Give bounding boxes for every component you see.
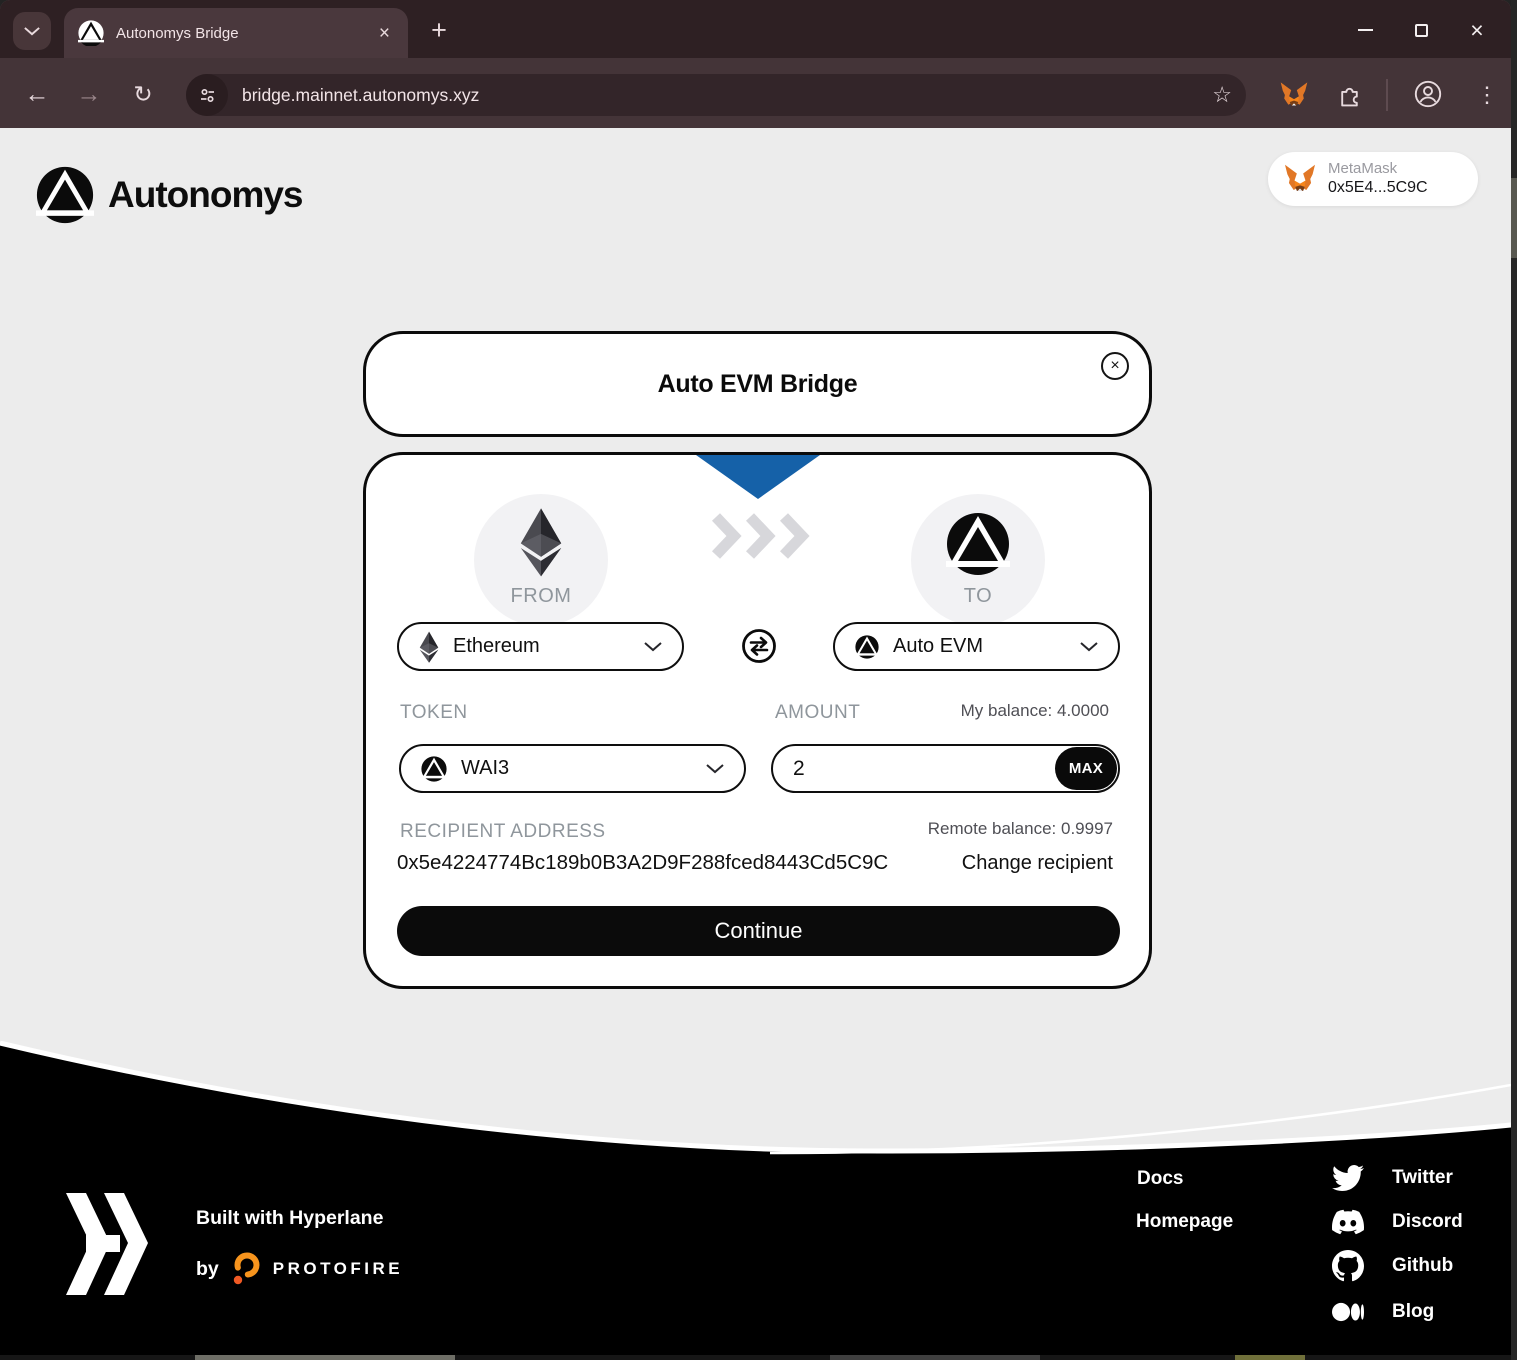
amount-field: MAX [771, 744, 1120, 793]
footer-link-blog[interactable]: Blog [1332, 1296, 1434, 1328]
metamask-fox-icon [1284, 164, 1316, 194]
desktop-edge-right [1511, 0, 1517, 1360]
new-tab-button[interactable]: + [422, 13, 456, 47]
continue-button[interactable]: Continue [397, 906, 1120, 956]
reload-button[interactable]: ↻ [122, 73, 164, 115]
twitter-icon [1332, 1164, 1364, 1192]
bridge-title: Auto EVM Bridge [657, 369, 858, 398]
browser-menu-kebab-icon[interactable]: ⋮ [1472, 79, 1502, 111]
toolbar-divider [1386, 79, 1388, 111]
bookmark-star-icon[interactable]: ☆ [1212, 82, 1232, 108]
modal-close-button[interactable]: × [1101, 352, 1129, 380]
hyperlane-logo-icon [66, 1193, 148, 1295]
change-recipient-link[interactable]: Change recipient [962, 852, 1113, 875]
profile-icon[interactable] [1414, 80, 1442, 108]
footer-link-docs[interactable]: Docs [1137, 1168, 1183, 1190]
brand-name: Autonomys [108, 174, 303, 215]
auto-evm-icon [946, 512, 1010, 576]
site-settings-icon[interactable] [186, 74, 228, 116]
desktop-edge-bottom [0, 1355, 1511, 1360]
metamask-extension-icon[interactable] [1280, 81, 1308, 109]
tab-search-button[interactable] [13, 12, 51, 50]
wallet-address: 0x5E4...5C9C [1328, 179, 1428, 197]
footer-curve [0, 1041, 1511, 1355]
window-maximize-button[interactable] [1393, 6, 1449, 54]
footer-link-discord[interactable]: Discord [1332, 1206, 1463, 1238]
window-minimize-button[interactable] [1337, 6, 1393, 54]
token-select[interactable]: WAI3 [399, 744, 746, 793]
window-close-button[interactable]: × [1449, 6, 1505, 54]
github-icon [1332, 1250, 1364, 1282]
auto-evm-icon [855, 635, 879, 659]
tab-close-icon[interactable]: × [375, 22, 394, 45]
protofire-name: PROTOFIRE [272, 1259, 404, 1278]
to-label: TO [963, 585, 993, 607]
browser-window: Autonomys Bridge × + × ← → ↻ bridge.main… [0, 0, 1511, 1355]
extensions-puzzle-icon[interactable] [1337, 82, 1362, 107]
ethereum-icon [519, 507, 563, 577]
swap-direction-button[interactable] [741, 628, 777, 664]
forward-button[interactable]: → [68, 73, 110, 115]
browser-tab[interactable]: Autonomys Bridge × [64, 8, 408, 58]
my-balance: My balance: 4.0000 [960, 701, 1109, 720]
from-network-value: Ethereum [453, 635, 540, 657]
screenshot-root: Autonomys Bridge × + × ← → ↻ bridge.main… [0, 0, 1517, 1360]
footer-link-twitter[interactable]: Twitter [1332, 1162, 1453, 1194]
pointer-triangle [695, 455, 820, 499]
token-label: TOKEN [400, 702, 468, 723]
amount-label: AMOUNT [775, 702, 861, 723]
page-content: Autonomys MetaMask 0x5E4...5C9C Auto EVM… [0, 128, 1511, 1355]
ethereum-icon [419, 631, 439, 663]
from-network-select[interactable]: Ethereum [397, 622, 684, 671]
footer-link-homepage[interactable]: Homepage [1136, 1211, 1233, 1233]
protofire-icon [233, 1252, 260, 1285]
protofire-credit[interactable]: by PROTOFIRE [196, 1251, 403, 1287]
window-controls: × [1337, 6, 1505, 54]
footer-link-github[interactable]: Github [1332, 1250, 1453, 1282]
tab-favicon-autonomys-icon [78, 20, 104, 46]
token-value: WAI3 [461, 757, 510, 779]
built-with-text: Built with Hyperlane [196, 1207, 384, 1229]
recipient-label: RECIPIENT ADDRESS [400, 821, 606, 842]
remote-balance: Remote balance: 0.9997 [927, 819, 1113, 838]
tab-strip: Autonomys Bridge × + × [0, 0, 1511, 58]
url-bar[interactable]: bridge.mainnet.autonomys.xyz ☆ [186, 74, 1246, 116]
bridge-header-card: Auto EVM Bridge × [363, 331, 1152, 437]
tab-title: Autonomys Bridge [116, 24, 239, 42]
wallet-name: MetaMask [1328, 159, 1398, 177]
discord-icon [1332, 1209, 1364, 1235]
page-footer: Built with Hyperlane by PROTOFIRE Docs H… [0, 1041, 1511, 1355]
to-network-select[interactable]: Auto EVM [833, 622, 1120, 671]
back-button[interactable]: ← [16, 73, 58, 115]
chevron-down-icon [1080, 642, 1098, 652]
bridge-form-card: FROM TO Ethereum Auto EVM TOKEN AMOUNT M… [363, 452, 1152, 989]
medium-blog-icon [1332, 1302, 1364, 1322]
recipient-address: 0x5e4224774Bc189b0B3A2D9F288fced8443Cd5C… [397, 851, 889, 874]
token-wai3-icon [421, 756, 447, 782]
to-network-value: Auto EVM [893, 635, 984, 657]
autonomys-brand[interactable]: Autonomys [36, 166, 303, 224]
chevron-down-icon [706, 764, 724, 774]
amount-input[interactable] [773, 746, 1043, 791]
from-label: FROM [510, 585, 572, 607]
autonomys-logo-icon [36, 166, 94, 224]
max-button[interactable]: MAX [1055, 747, 1117, 790]
url-text: bridge.mainnet.autonomys.xyz [242, 84, 480, 105]
direction-chevrons-icon [712, 513, 810, 559]
by-text: by [196, 1257, 219, 1280]
wallet-badge[interactable]: MetaMask 0x5E4...5C9C [1268, 152, 1478, 206]
chevron-down-icon [644, 642, 662, 652]
